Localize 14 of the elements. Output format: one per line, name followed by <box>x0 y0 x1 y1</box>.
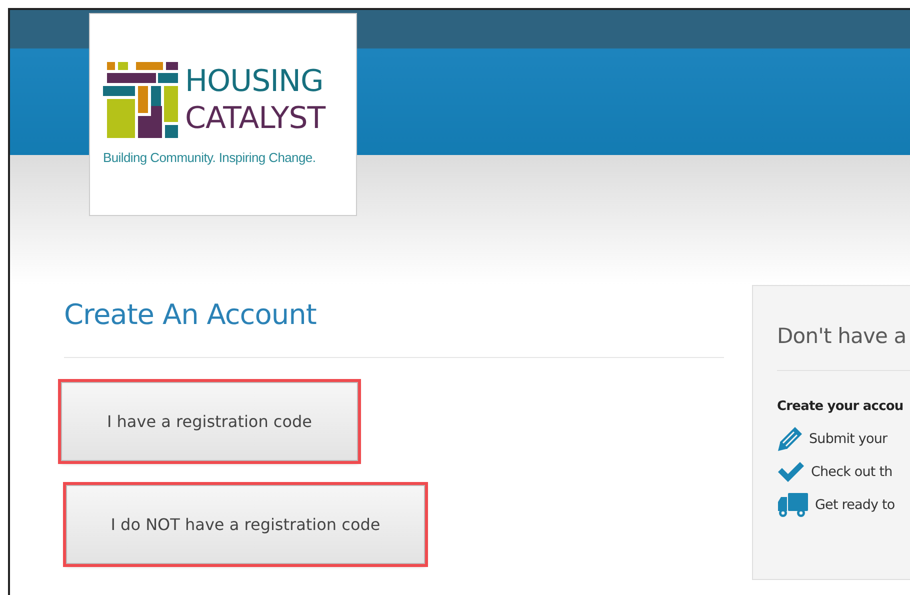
page-title: Create An Account <box>64 298 724 358</box>
truck-icon <box>777 492 809 518</box>
pencil-icon <box>777 426 803 452</box>
logo-tagline: Building Community. Inspiring Change. <box>103 150 317 165</box>
panel-subtitle: Create your accou <box>777 399 904 414</box>
panel-title: Don't have a <box>777 324 910 371</box>
step-text: Check out th <box>811 464 892 480</box>
registration-button[interactable]: I have a registration code <box>61 382 358 461</box>
registration-button[interactable]: I do NOT have a registration code <box>66 485 425 564</box>
logo-name: HOUSING <box>185 64 324 99</box>
check-icon <box>777 460 805 482</box>
step-text: Get ready to <box>815 496 895 512</box>
logo-name: CATALYST <box>185 101 326 136</box>
step-text: Submit your <box>809 430 888 446</box>
